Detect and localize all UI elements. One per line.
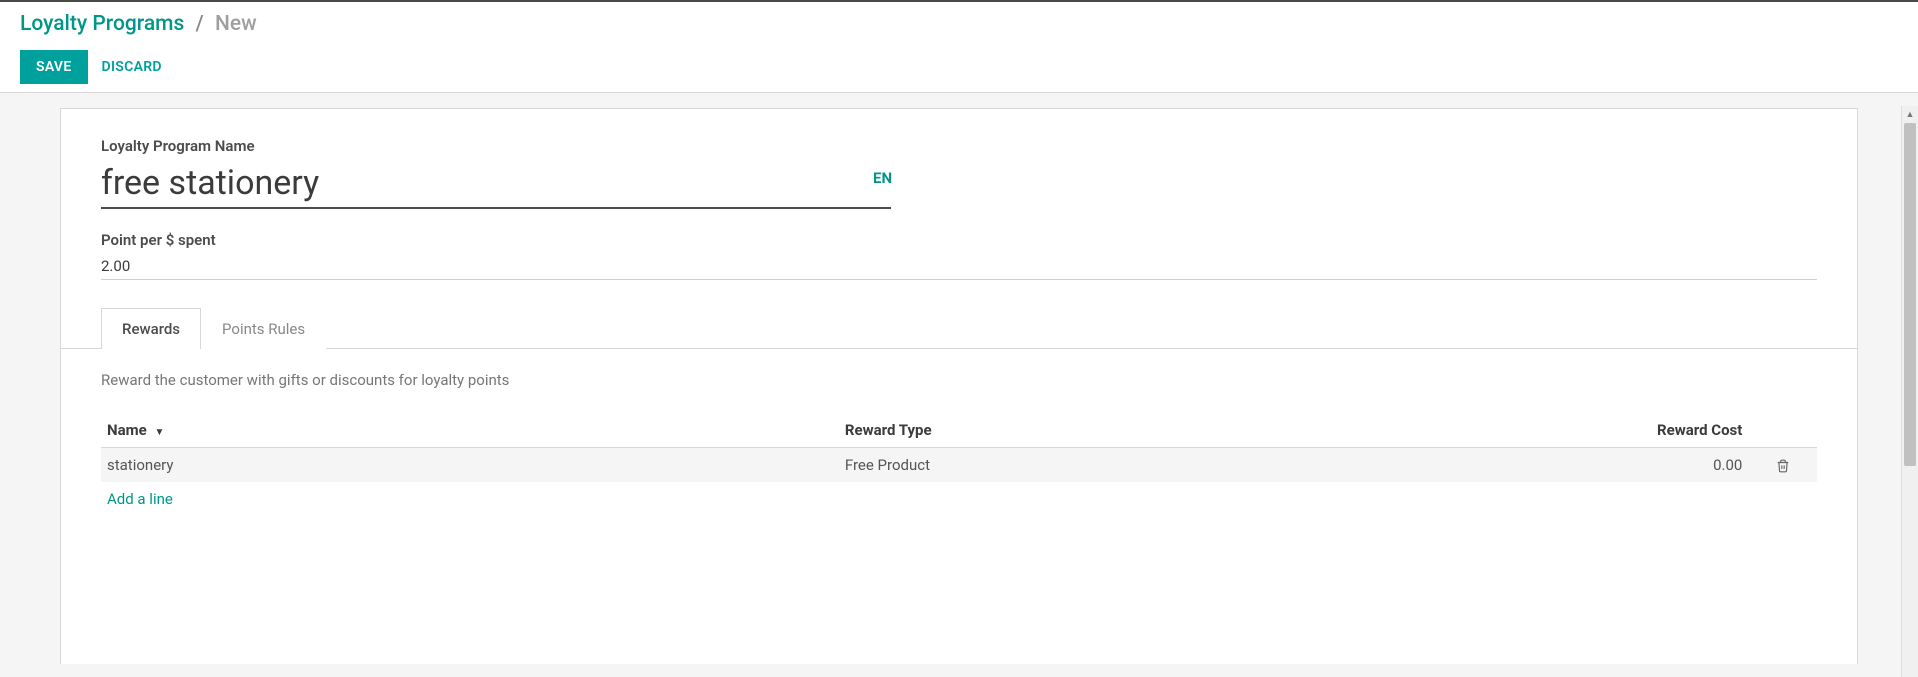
rewards-table: Name ▼ Reward Type Reward Cost stationer… [101,413,1817,516]
trash-icon[interactable] [1776,456,1790,474]
points-per-spent-label: Point per $ spent [101,231,1817,249]
tab-points-rules[interactable]: Points Rules [201,308,326,349]
row-name[interactable]: stationery [101,448,839,483]
breadcrumb-root[interactable]: Loyalty Programs [20,12,184,36]
breadcrumb: Loyalty Programs / New [20,12,1898,36]
rewards-description: Reward the customer with gifts or discou… [101,371,1817,389]
row-type[interactable]: Free Product [839,448,1577,483]
breadcrumb-current: New [215,12,257,36]
col-header-type[interactable]: Reward Type [839,413,1577,448]
points-per-spent-input[interactable] [101,253,1817,280]
tab-rewards[interactable]: Rewards [101,308,201,349]
col-header-name[interactable]: Name ▼ [101,413,839,448]
add-line-link[interactable]: Add a line [107,490,173,508]
discard-button[interactable]: DISCARD [102,59,162,75]
col-header-name-label: Name [107,421,147,439]
save-button[interactable]: SAVE [20,50,88,84]
scroll-up-icon[interactable]: ▲ [1902,106,1918,123]
col-header-cost[interactable]: Reward Cost [1577,413,1749,448]
name-label: Loyalty Program Name [101,137,1817,155]
scrollbar-thumb[interactable] [1904,123,1916,466]
row-cost[interactable]: 0.00 [1577,448,1749,483]
language-badge[interactable]: EN [873,169,892,187]
table-row[interactable]: stationery Free Product 0.00 [101,448,1817,483]
scrollbar[interactable]: ▲ [1901,106,1918,677]
program-name-input[interactable] [101,159,891,209]
sort-desc-icon: ▼ [154,427,164,438]
breadcrumb-separator: / [196,12,204,36]
